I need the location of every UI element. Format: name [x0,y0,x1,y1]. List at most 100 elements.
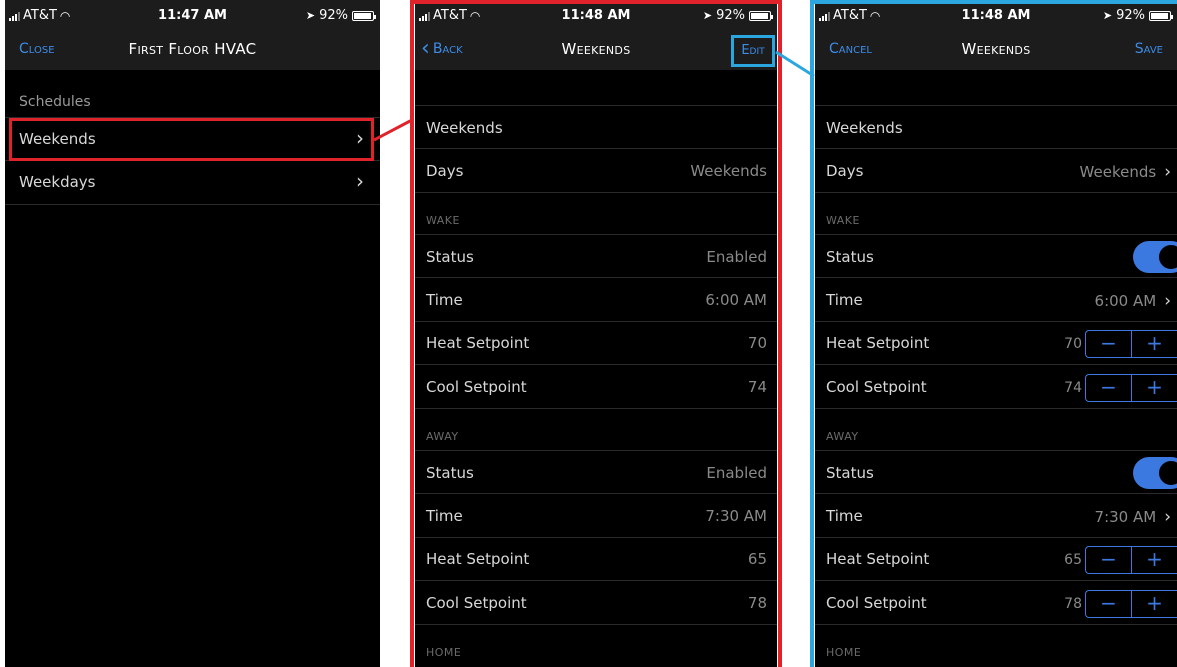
status-label: Status [826,464,874,482]
chevron-right-icon: › [1164,162,1171,182]
days-row: Days Weekends [415,149,777,193]
away-heat-row: Heat Setpoint 65 − + [815,537,1177,581]
status-value: Enabled [706,248,767,266]
page-title: Weekends [961,40,1031,58]
increment-button[interactable]: + [1132,547,1177,573]
battery-icon [1149,10,1173,21]
location-icon: ➤ [702,9,713,22]
decrement-button[interactable]: − [1086,547,1132,573]
decrement-button[interactable]: − [1086,375,1132,401]
time-value: 6:00 AM [1094,292,1157,310]
schedule-item-weekdays[interactable]: Weekdays › [5,161,380,205]
cool-setpoint-value: 78 [1064,596,1082,612]
page-title: Weekends [561,40,631,58]
days-value: Weekends [1079,163,1157,181]
cool-setpoint-value: 78 [747,594,767,612]
location-icon: ➤ [1102,9,1113,22]
section-header-away: AWAY [426,430,459,443]
heat-setpoint-value: 65 [1064,552,1082,568]
away-time-row: Time 7:30 AM [415,494,777,538]
status-value: Enabled [706,464,767,482]
wake-status-toggle[interactable] [1133,241,1177,273]
increment-button[interactable]: + [1132,375,1177,401]
section-header-away: AWAY [826,430,859,443]
cool-setpoint-label: Cool Setpoint [426,594,527,612]
save-button[interactable]: Save [1135,41,1163,57]
schedule-label: Weekdays [19,173,96,191]
chevron-right-icon: › [1164,291,1171,311]
heat-setpoint-value: 65 [747,550,767,568]
blue-connector-line [775,50,815,78]
days-value: Weekends [690,162,767,180]
away-time-row[interactable]: Time 7:30 AM › [815,494,1177,538]
status-label: Status [826,248,874,266]
status-label: Status [426,464,474,482]
status-bar: AT&T ◠ 11:47 AM ➤ 92% [5,0,380,32]
heat-setpoint-value: 70 [1064,336,1082,352]
decrement-button[interactable]: − [1086,331,1132,357]
toggle-knob [1157,243,1177,271]
cool-setpoint-value: 74 [747,378,767,396]
away-cool-row: Cool Setpoint 78 − + [815,581,1177,625]
days-label: Days [426,162,464,180]
section-header-wake: WAKE [426,214,460,227]
section-header-wake: WAKE [826,214,860,227]
away-heat-row: Heat Setpoint 65 [415,537,777,581]
cool-setpoint-label: Cool Setpoint [826,378,927,396]
away-status-row: Status Enabled [415,450,777,494]
wake-cool-row: Cool Setpoint 74 − + [815,365,1177,409]
wake-time-row[interactable]: Time 6:00 AM › [815,278,1177,322]
days-label: Days [826,162,864,180]
section-header-home: HOME [426,646,462,659]
cool-setpoint-value: 74 [1064,380,1082,396]
time-label: Time [426,291,463,309]
away-cool-row: Cool Setpoint 78 [415,581,777,625]
section-header-schedules: Schedules [19,94,91,110]
nav-bar: ‹ Back Weekends Edit [415,32,777,70]
wake-time-row: Time 6:00 AM [415,278,777,322]
nav-bar: Close First Floor HVAC [5,32,380,70]
heat-setpoint-stepper: − + [1085,546,1177,574]
schedule-name-row[interactable]: Weekends [815,105,1177,149]
battery-icon [352,10,376,21]
weekends-highlight-box [9,118,374,161]
time-value: 7:30 AM [1094,508,1157,526]
edit-button[interactable]: Edit [731,35,775,67]
schedule-name: Weekends [826,119,903,137]
battery-percent: 92% [1116,8,1145,23]
heat-setpoint-label: Heat Setpoint [826,334,930,352]
chevron-right-icon: › [1164,507,1171,527]
heat-setpoint-value: 70 [747,334,767,352]
status-label: Status [426,248,474,266]
increment-button[interactable]: + [1132,591,1177,617]
schedules-screen: AT&T ◠ 11:47 AM ➤ 92% Close First Floor … [5,0,380,667]
page-title: First Floor HVAC [128,40,257,58]
days-row[interactable]: Days Weekends › [815,149,1177,193]
cool-setpoint-stepper: − + [1085,374,1177,402]
heat-setpoint-stepper: − + [1085,330,1177,358]
wake-cool-row: Cool Setpoint 74 [415,365,777,409]
location-icon: ➤ [305,9,316,22]
heat-setpoint-label: Heat Setpoint [826,550,930,568]
away-status-row: Status [815,450,1177,494]
battery-percent: 92% [716,8,745,23]
heat-setpoint-label: Heat Setpoint [426,550,530,568]
cool-setpoint-label: Cool Setpoint [426,378,527,396]
increment-button[interactable]: + [1132,331,1177,357]
time-value: 7:30 AM [705,507,767,525]
time-label: Time [826,507,863,525]
time-label: Time [426,507,463,525]
wake-status-row: Status Enabled [415,234,777,278]
away-status-toggle[interactable] [1133,457,1177,489]
wake-heat-row: Heat Setpoint 70 − + [815,321,1177,365]
time-label: Time [826,291,863,309]
section-header-home: HOME [826,646,862,659]
nav-bar: Cancel Weekends Save [815,32,1177,70]
cool-setpoint-stepper: − + [1085,590,1177,618]
chevron-right-icon: › [356,169,364,193]
schedule-detail-screen: AT&T ◠ 11:48 AM ➤ 92% ‹ Back Weekends Ed… [415,0,777,667]
heat-setpoint-label: Heat Setpoint [426,334,530,352]
schedule-edit-screen: AT&T ◠ 11:48 AM ➤ 92% Cancel Weekends Sa… [815,0,1177,667]
toggle-knob [1157,459,1177,487]
decrement-button[interactable]: − [1086,591,1132,617]
